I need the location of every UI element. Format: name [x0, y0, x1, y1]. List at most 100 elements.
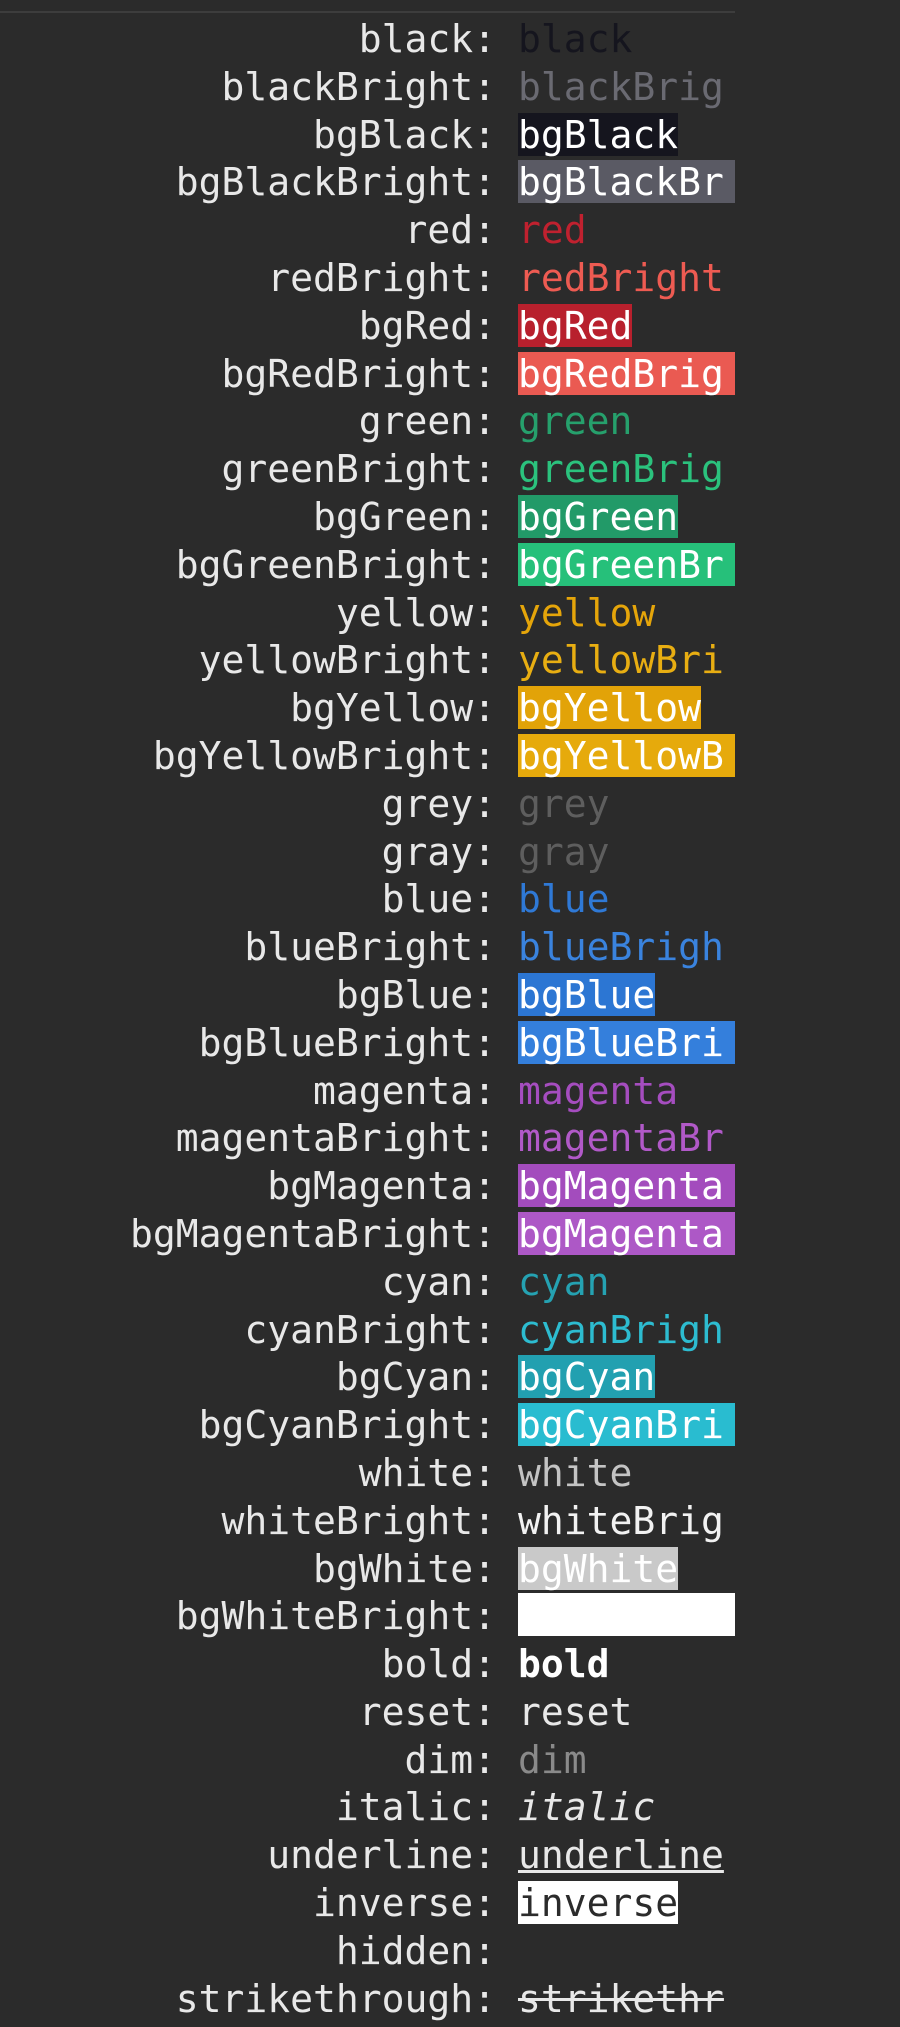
style-row: reset: reset: [0, 1689, 900, 1737]
style-sample-text: greenBrig: [518, 447, 724, 492]
style-sample-text: redBright: [518, 255, 724, 300]
style-row: bgGreen: bgGreen: [0, 494, 900, 542]
style-name-label: hidden:: [335, 1928, 496, 1973]
style-sample: redBright: [518, 255, 735, 303]
style-sample: bgBlack: [518, 112, 735, 160]
style-name-label: green:: [358, 399, 496, 444]
style-sample: yellowBri: [518, 637, 735, 685]
style-sample-text: bgYellowB: [518, 733, 735, 778]
style-name-label: bgGreen:: [312, 494, 496, 539]
style-name-label: yellowBright:: [198, 638, 496, 683]
style-name-label: magenta:: [312, 1068, 496, 1113]
style-row: bgBlue: bgBlue: [0, 972, 900, 1020]
style-row: green: green: [0, 398, 900, 446]
style-row: dim: dim: [0, 1737, 900, 1785]
style-sample-text: white: [518, 1450, 633, 1495]
style-name-label: bgRedBright:: [221, 351, 496, 396]
style-name-label: bgBlackBright:: [175, 160, 496, 205]
style-sample: bgGreen: [518, 494, 735, 542]
style-row: black: black: [0, 16, 900, 64]
style-sample-text: bgRedBrig: [518, 351, 735, 396]
style-sample-text: red: [518, 208, 587, 253]
style-row: inverse: inverse: [0, 1880, 900, 1928]
style-sample-text: bgGreen: [518, 494, 679, 539]
style-sample-text: bgCyanBri: [518, 1403, 735, 1447]
style-row: gray: gray: [0, 829, 900, 877]
style-row: bgCyanBright: bgCyanBri: [0, 1402, 900, 1450]
style-name-label: bgCyanBright:: [198, 1403, 496, 1448]
style-name-label: bgWhite:: [312, 1546, 496, 1591]
style-sample: strikethr: [518, 1976, 735, 2024]
style-sample: italic: [518, 1784, 735, 1832]
style-sample-text: underline: [518, 1833, 724, 1878]
style-name-label: strikethrough:: [175, 1976, 496, 2021]
style-sample: bold: [518, 1641, 735, 1689]
style-row: hidden:: [0, 1928, 900, 1976]
style-name-label: bgMagenta:: [267, 1164, 496, 1209]
style-sample-text: [518, 1593, 735, 1637]
style-name-label: bgCyan:: [335, 1355, 496, 1400]
style-sample-text: bold: [518, 1642, 610, 1687]
style-sample: bgWhite: [518, 1546, 735, 1594]
style-sample: whiteBrig: [518, 1498, 735, 1546]
style-sample-text: yellow: [518, 590, 656, 635]
style-sample: cyanBrigh: [518, 1307, 735, 1355]
style-name-label: bgYellow:: [290, 686, 496, 731]
style-name-label: blackBright:: [221, 64, 496, 109]
style-name-label: magentaBright:: [175, 1116, 496, 1161]
style-row: magentaBright: magentaBr: [0, 1115, 900, 1163]
style-sample-text: bgMagenta: [518, 1164, 735, 1208]
style-name-label: gray:: [381, 829, 496, 874]
terminal-output: black: black blackBright: blackBrig bgBlack:…: [0, 16, 900, 2023]
style-sample: red: [518, 207, 735, 255]
style-sample-text: reset: [518, 1689, 633, 1734]
style-sample: bgCyan: [518, 1354, 735, 1402]
style-row: bgYellow: bgYellow: [0, 685, 900, 733]
style-sample-text: blueBrigh: [518, 925, 724, 970]
style-sample-text: cyan: [518, 1259, 610, 1304]
style-sample-text: bgGreenBr: [518, 542, 735, 587]
style-sample-text: bgCyan: [518, 1355, 656, 1400]
style-sample: cyan: [518, 1259, 735, 1307]
style-name-label: greenBright:: [221, 447, 496, 492]
style-sample-text: strikethr: [518, 1976, 724, 2021]
style-row: cyanBright: cyanBrigh: [0, 1307, 900, 1355]
style-sample-text: bgBlueBri: [518, 1020, 735, 1065]
style-sample-text: bgBlackBr: [518, 160, 735, 204]
style-sample: bgBlueBri: [518, 1020, 735, 1068]
style-sample: yellow: [518, 590, 735, 638]
top-divider: [0, 11, 735, 13]
style-sample-text: bgMagenta: [518, 1211, 735, 1256]
style-row: bgRedBright: bgRedBrig: [0, 351, 900, 399]
style-sample-text: blackBrig: [518, 64, 724, 109]
style-name-label: bgYellowBright:: [152, 733, 496, 778]
style-name-label: bgMagentaBright:: [129, 1211, 496, 1256]
style-sample: bgYellowB: [518, 733, 735, 781]
style-name-label: blue:: [381, 877, 496, 922]
style-row: magenta: magenta: [0, 1068, 900, 1116]
style-name-label: dim:: [404, 1737, 496, 1782]
style-sample: black: [518, 16, 735, 64]
style-name-label: yellow:: [335, 590, 496, 635]
style-name-label: bgBlue:: [335, 972, 496, 1017]
style-row: whiteBright: whiteBrig: [0, 1498, 900, 1546]
style-name-label: cyanBright:: [244, 1307, 496, 1352]
style-sample-text: italic: [518, 1785, 656, 1830]
style-row: white: white: [0, 1450, 900, 1498]
style-name-label: black:: [358, 17, 496, 61]
style-sample: underline: [518, 1832, 735, 1880]
style-sample-text: whiteBrig: [518, 1498, 724, 1543]
style-sample: bgMagenta: [518, 1163, 735, 1211]
style-row: blueBright: blueBrigh: [0, 924, 900, 972]
style-sample: grey: [518, 781, 735, 829]
style-sample: [518, 1593, 735, 1641]
style-sample: magenta: [518, 1068, 735, 1116]
style-sample: inverse: [518, 1880, 735, 1928]
style-name-label: white:: [358, 1450, 496, 1495]
style-name-label: underline:: [267, 1833, 496, 1878]
style-row: yellow: yellow: [0, 590, 900, 638]
style-row: yellowBright: yellowBri: [0, 637, 900, 685]
style-name-label: bold:: [381, 1642, 496, 1687]
style-sample: [518, 1928, 735, 1976]
style-name-label: reset:: [358, 1689, 496, 1734]
